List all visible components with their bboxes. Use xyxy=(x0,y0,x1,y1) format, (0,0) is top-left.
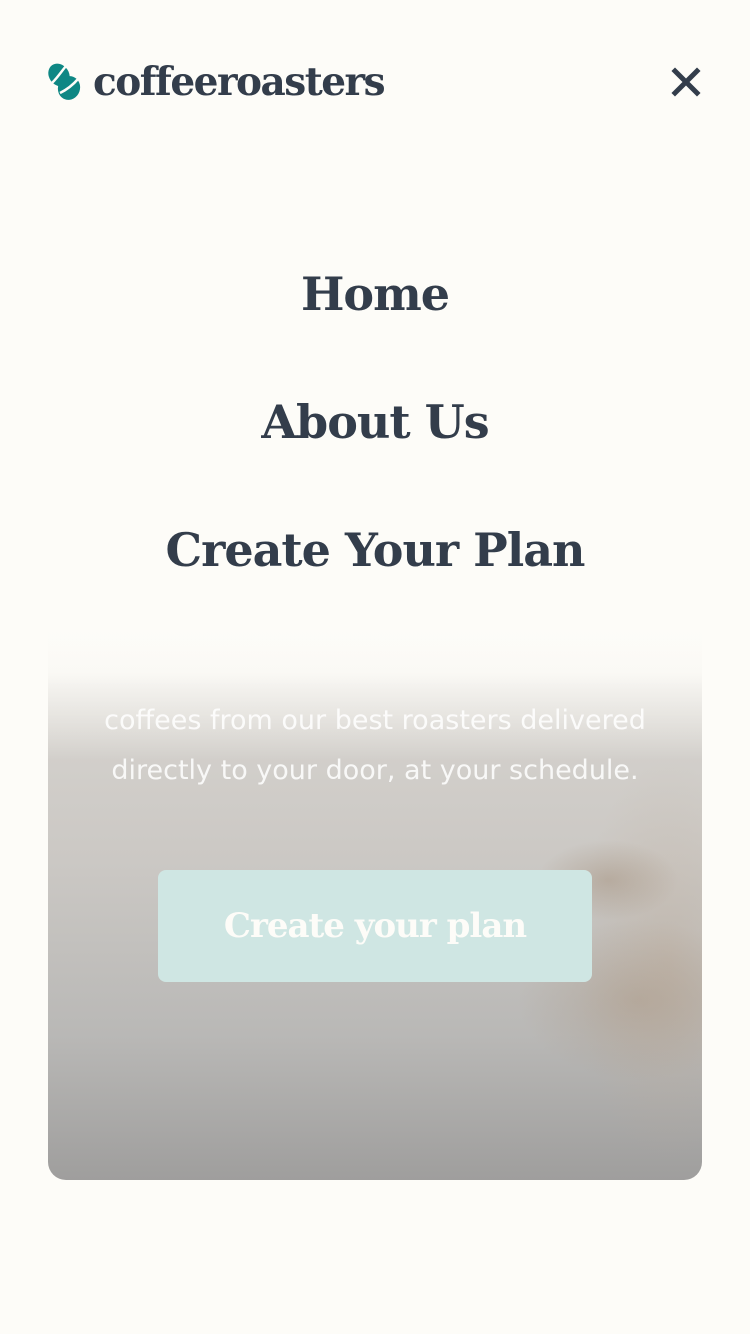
site-header: coffeeroasters xyxy=(0,0,750,166)
mobile-menu: Home About Us Create Your Plan xyxy=(0,166,750,686)
nav-item-about-us[interactable]: About Us xyxy=(0,392,750,452)
hero-card: coffees from our best roasters delivered… xyxy=(48,600,702,1180)
close-icon xyxy=(671,67,701,97)
logo[interactable]: coffeeroasters xyxy=(48,59,386,105)
nav-item-home[interactable]: Home xyxy=(0,264,750,324)
hero-description: coffees from our best roasters delivered… xyxy=(48,696,702,796)
nav-item-create-your-plan[interactable]: Create Your Plan xyxy=(0,520,750,580)
hero-description-line-1: coffees from our best roasters delivered xyxy=(104,705,646,736)
create-plan-button[interactable]: Create your plan xyxy=(158,870,592,982)
close-menu-button[interactable] xyxy=(668,64,704,100)
logo-text: coffeeroasters xyxy=(93,59,386,105)
coffee-bean-icon xyxy=(48,63,81,100)
hero-description-line-2: directly to your door, at your schedule. xyxy=(111,755,639,786)
